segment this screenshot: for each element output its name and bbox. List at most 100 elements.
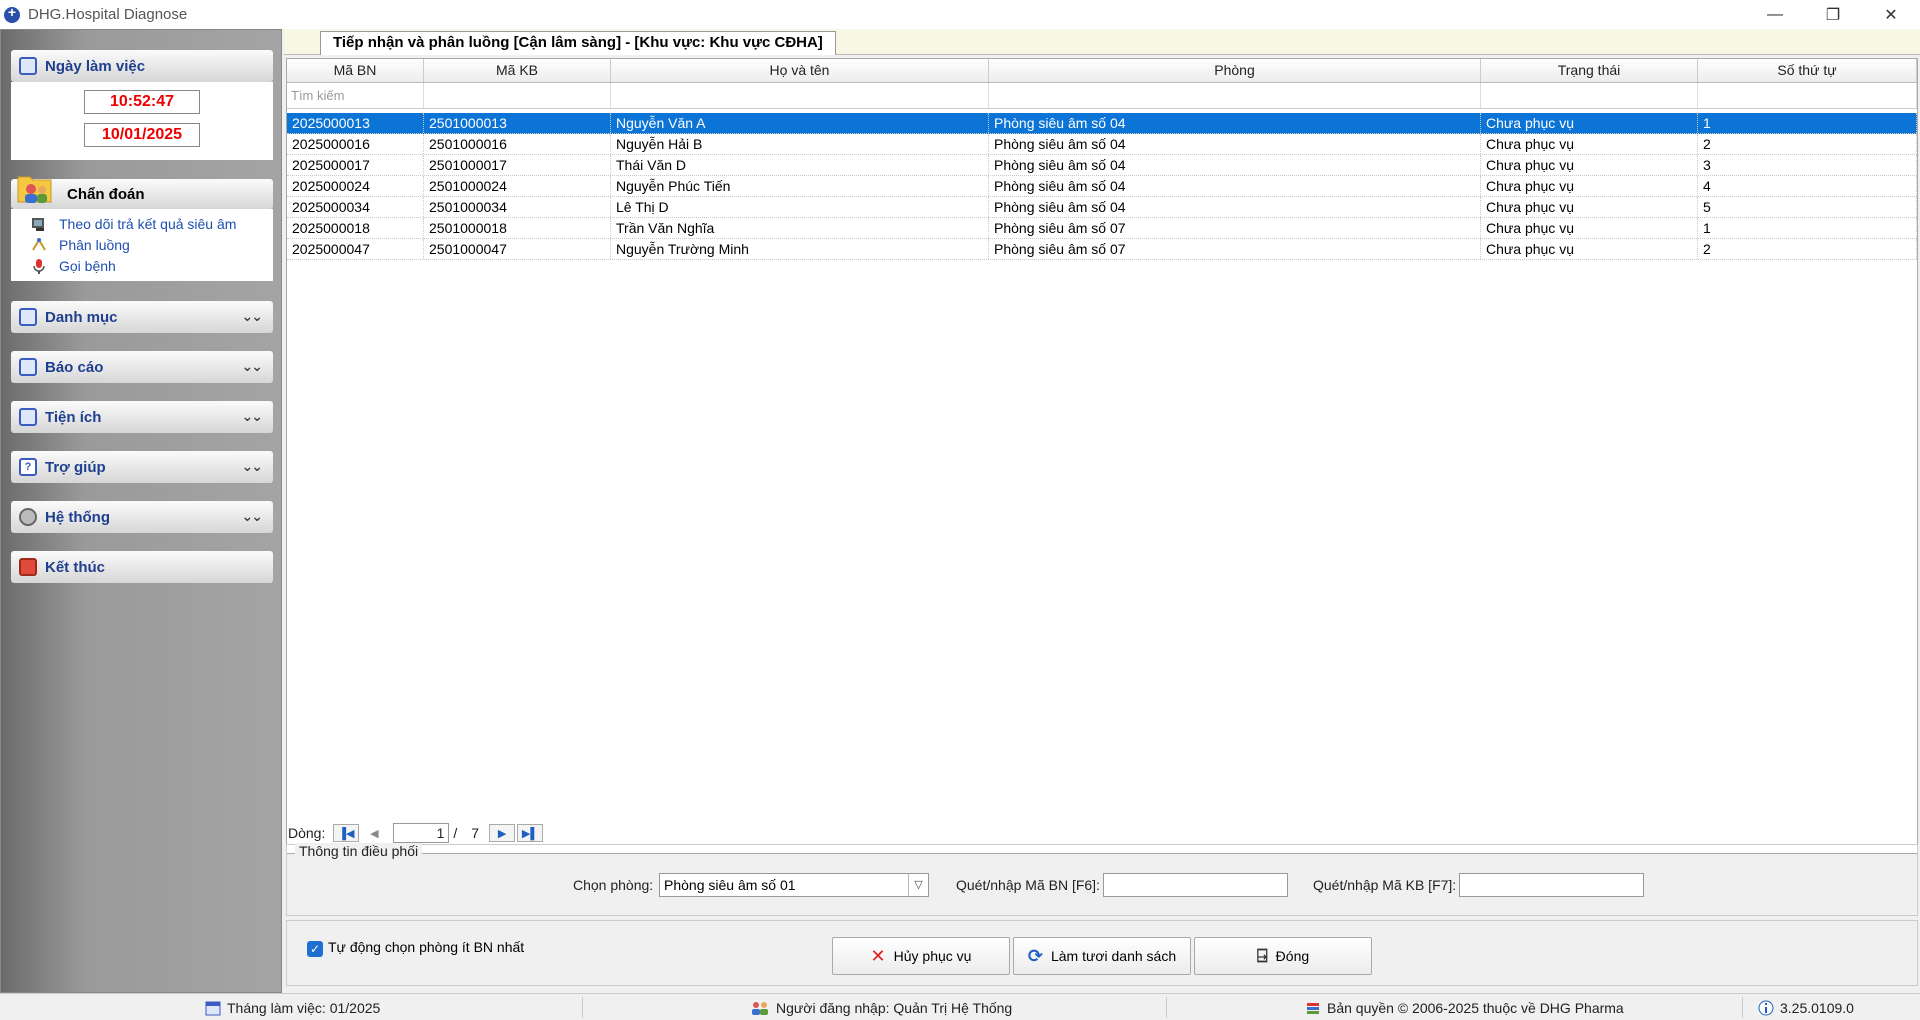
help-icon: ?: [19, 458, 37, 476]
column-header[interactable]: Mã KB: [424, 59, 611, 82]
users-icon: [752, 1001, 768, 1015]
section-system[interactable]: Hệ thống ⌄⌄: [11, 501, 273, 533]
first-page-button[interactable]: ▐◀: [333, 824, 360, 842]
power-icon: [19, 558, 37, 576]
app-logo-icon: [4, 4, 20, 23]
nav-ultrasound-results-label: Theo dõi trả kết quả siêu âm: [59, 216, 237, 232]
chevron-down-icon: ⌄⌄: [241, 308, 264, 324]
filter-input[interactable]: [989, 83, 1481, 108]
filter-input[interactable]: [424, 83, 611, 108]
table-row[interactable]: 2025000047 2501000047 Nguyễn Trường Minh Ph…: [287, 239, 1917, 260]
nav-ultrasound-results[interactable]: Theo dõi trả kết quả siêu âm: [31, 213, 236, 235]
exam-id-cell: 2501000017: [424, 155, 611, 175]
table-row[interactable]: 2025000013 2501000013 Nguyễn Văn A Phòng si…: [287, 113, 1917, 134]
status-cell: Chưa phục vụ: [1481, 197, 1698, 217]
nav-call-patient-label: Gọi bệnh: [59, 258, 116, 274]
exam-id-cell: 2501000034: [424, 197, 611, 217]
main-content: Tiếp nhận và phân luồng [Cận lâm sàng] -…: [284, 29, 1920, 993]
logged-user-text: Người đăng nhập: Quản Trị Hệ Thống: [776, 999, 1013, 1016]
table-row[interactable]: 2025000024 2501000024 Nguyễn Phúc Tiến Phòn…: [287, 176, 1917, 197]
queue-number-cell: 2: [1698, 239, 1917, 259]
cancel-icon: ✕: [870, 945, 886, 966]
cancel-service-button[interactable]: ✕ Hủy phục vụ: [832, 937, 1010, 975]
section-help[interactable]: ? Trợ giúp ⌄⌄: [11, 451, 273, 483]
filter-input[interactable]: [1481, 83, 1698, 108]
close-form-button[interactable]: ⍈ Đóng: [1194, 937, 1372, 975]
status-cell: Chưa phục vụ: [1481, 176, 1698, 196]
scan-kb-input[interactable]: [1459, 873, 1644, 897]
page-input[interactable]: 1: [393, 823, 450, 843]
sidebar: Ngày làm việc 10:52:47 10/01/2025 Chẩn đ…: [0, 29, 282, 993]
filter-input[interactable]: [611, 83, 989, 108]
close-button[interactable]: ✕: [1862, 0, 1920, 29]
pager: Dòng: ▐◀ ◀ 1 / 7 ▶ ▶▌: [288, 822, 544, 844]
last-page-button[interactable]: ▶▌: [517, 824, 544, 842]
column-header[interactable]: Trạng thái: [1481, 59, 1698, 82]
section-categories[interactable]: Danh mục ⌄⌄: [11, 301, 273, 333]
nav-call-patient[interactable]: Gọi bệnh: [31, 255, 116, 277]
section-exit[interactable]: Kết thúc: [11, 551, 273, 583]
gear-icon: [19, 508, 37, 526]
room-cell: Phòng siêu âm số 04: [989, 176, 1481, 196]
refresh-icon: ⟳: [1027, 945, 1043, 966]
table-row[interactable]: 2025000018 2501000018 Trần Văn Nghĩa Phòng …: [287, 218, 1917, 239]
column-header[interactable]: Số thứ tự: [1698, 59, 1917, 82]
column-header[interactable]: Họ và tên: [611, 59, 989, 82]
routing-icon: [32, 238, 46, 251]
diagnose-panel: Theo dõi trả kết quả siêu âm Phân luồng …: [11, 209, 273, 281]
close-form-label: Đóng: [1275, 948, 1310, 964]
room-cell: Phòng siêu âm số 07: [989, 218, 1481, 238]
auto-select-checkbox[interactable]: ✓: [307, 941, 323, 957]
status-user: Người đăng nhập: Quản Trị Hệ Thống: [750, 994, 1012, 1020]
patient-id-cell: 2025000034: [287, 197, 424, 217]
diagnose-header[interactable]: Chẩn đoán: [11, 176, 273, 209]
pager-total: 7: [471, 825, 480, 841]
working-month-text: Tháng làm việc: 01/2025: [227, 999, 381, 1016]
table-row[interactable]: 2025000034 2501000034 Lê Thị D Phòng siêu â…: [287, 197, 1917, 218]
section-system-label: Hệ thống: [45, 508, 110, 526]
next-page-button[interactable]: ▶: [489, 824, 516, 842]
patient-id-cell: 2025000016: [287, 134, 424, 154]
exam-id-cell: 2501000018: [424, 218, 611, 238]
refresh-list-button[interactable]: ⟳ Làm tươi danh sách: [1013, 937, 1191, 975]
table-row[interactable]: 2025000016 2501000016 Nguyễn Hải B Phòng si…: [287, 134, 1917, 155]
prev-page-button[interactable]: ◀: [361, 824, 387, 842]
queue-number-cell: 3: [1698, 155, 1917, 175]
filter-input[interactable]: Tìm kiếm: [287, 83, 424, 108]
chevron-down-icon[interactable]: ▽: [908, 874, 928, 896]
restore-button[interactable]: ❐: [1804, 0, 1862, 29]
queue-number-cell: 1: [1698, 113, 1917, 133]
tab-strip: Tiếp nhận và phân luồng [Cận lâm sàng] -…: [284, 29, 1920, 55]
filter-input[interactable]: [1698, 83, 1917, 108]
minimize-button[interactable]: —: [1746, 0, 1804, 29]
filter-row: Tìm kiếm: [287, 83, 1917, 109]
patient-id-cell: 2025000018: [287, 218, 424, 238]
queue-number-cell: 5: [1698, 197, 1917, 217]
table-row[interactable]: 2025000017 2501000017 Thái Văn D Phòng siêu…: [287, 155, 1917, 176]
room-cell: Phòng siêu âm số 04: [989, 113, 1481, 133]
queue-number-cell: 2: [1698, 134, 1917, 154]
book-icon: [19, 308, 37, 326]
exam-id-cell: 2501000047: [424, 239, 611, 259]
working-day-header[interactable]: Ngày làm việc: [11, 50, 273, 82]
patient-name-cell: Lê Thị D: [611, 197, 989, 217]
tab-reception-routing[interactable]: Tiếp nhận và phân luồng [Cận lâm sàng] -…: [320, 31, 836, 55]
nav-routing[interactable]: Phân luồng: [31, 234, 130, 256]
copyright-text: Bản quyền © 2006-2025 thuộc về DHG Pharm…: [1327, 999, 1624, 1016]
room-select-value: Phòng siêu âm số 01: [664, 877, 796, 893]
working-day-title: Ngày làm việc: [45, 57, 146, 75]
status-copyright: Bản quyền © 2006-2025 thuộc về DHG Pharm…: [1305, 994, 1624, 1020]
column-header[interactable]: Phòng: [989, 59, 1481, 82]
column-header[interactable]: Mã BN: [287, 59, 424, 82]
section-utilities[interactable]: Tiện ích ⌄⌄: [11, 401, 273, 433]
room-select[interactable]: Phòng siêu âm số 01 ▽: [659, 873, 929, 897]
section-help-label: Trợ giúp: [45, 458, 106, 476]
section-reports[interactable]: Báo cáo ⌄⌄: [11, 351, 273, 383]
patient-id-cell: 2025000024: [287, 176, 424, 196]
section-categories-label: Danh mục: [45, 308, 118, 326]
status-cell: Chưa phục vụ: [1481, 113, 1698, 133]
dispatch-group: Thông tin điều phối Chọn phòng: Phòng si…: [286, 843, 1918, 916]
scan-bn-input[interactable]: [1103, 873, 1288, 897]
auto-select-label: Tự động chọn phòng ít BN nhất: [328, 939, 525, 955]
nav-routing-label: Phân luồng: [59, 237, 130, 253]
